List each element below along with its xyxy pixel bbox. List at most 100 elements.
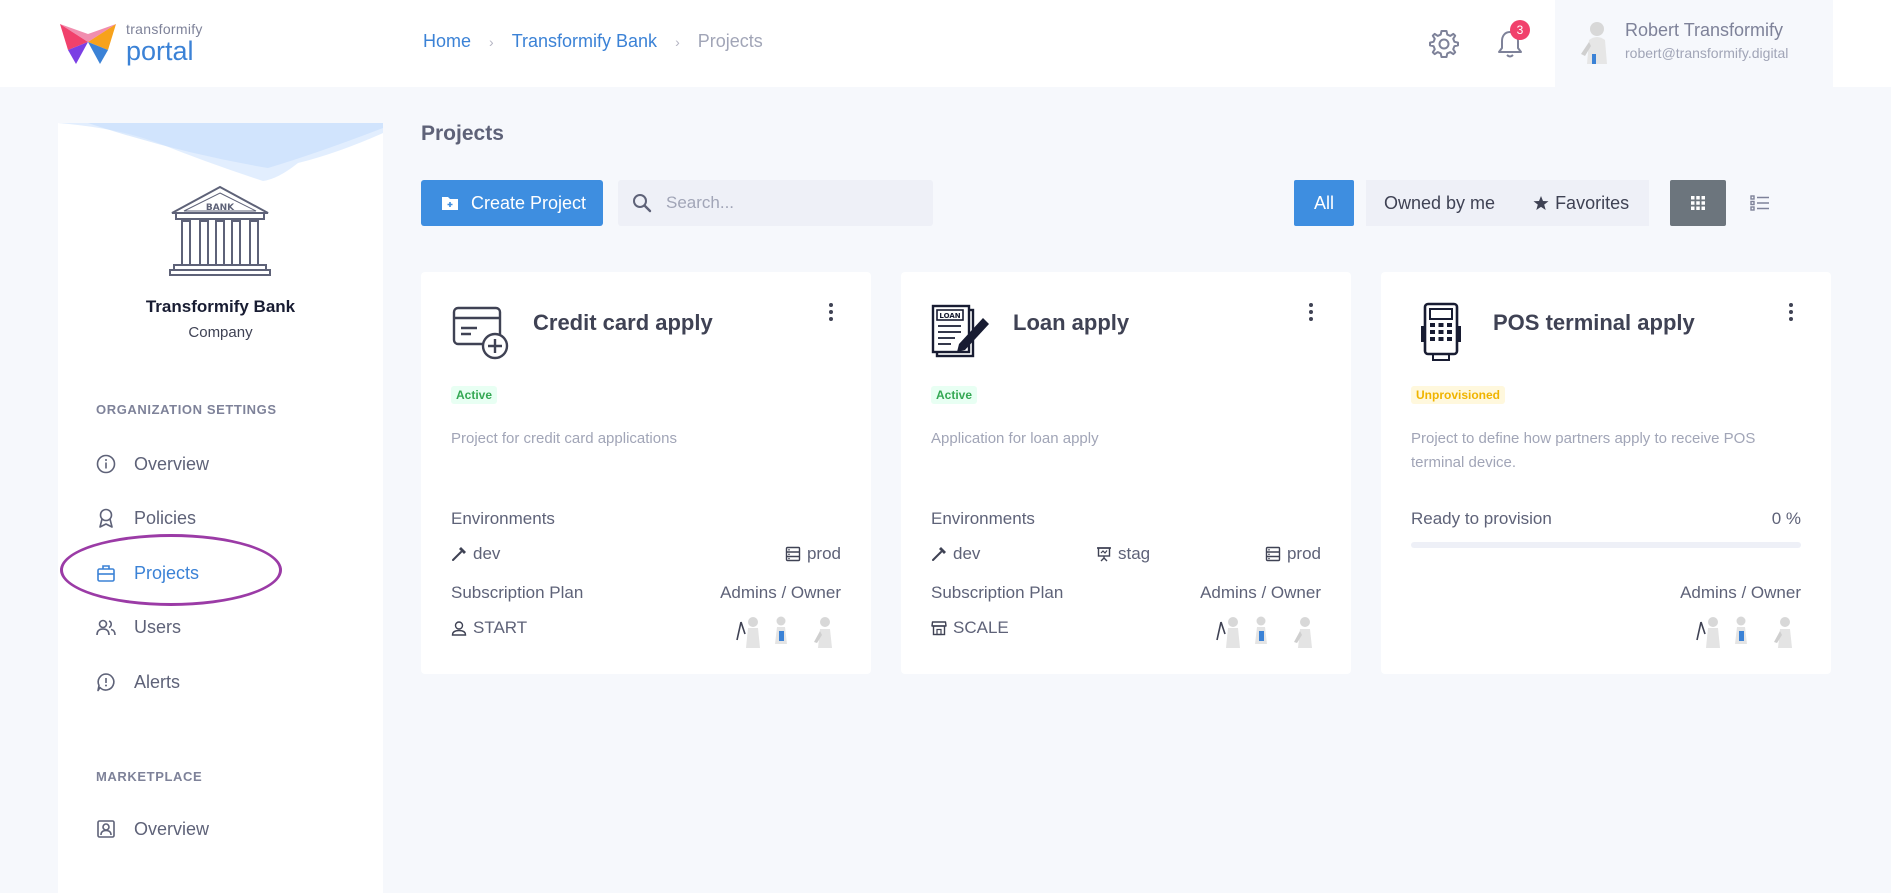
plan-name: START xyxy=(473,618,528,637)
project-description: Project to define how partners apply to … xyxy=(1411,430,1756,471)
more-vertical-icon[interactable] xyxy=(827,302,835,322)
notification-count-badge: 3 xyxy=(1510,20,1530,40)
user-menu[interactable]: Robert Transformify robert@transformify.… xyxy=(1555,0,1833,87)
list-view-icon[interactable] xyxy=(1750,193,1770,213)
sidebar-item-users[interactable]: Users xyxy=(96,615,181,639)
filter-favorites-button[interactable]: Favorites xyxy=(1533,193,1629,214)
gear-icon[interactable] xyxy=(1428,28,1460,60)
server-icon xyxy=(1265,546,1281,562)
portrait-icon xyxy=(97,820,115,838)
provision-progress-bar xyxy=(1411,542,1801,548)
project-title[interactable]: Credit card apply xyxy=(533,310,713,336)
env-name: prod xyxy=(1286,544,1321,563)
decorative-wave xyxy=(58,123,383,181)
project-description: Project for credit card applications xyxy=(451,430,677,447)
credit-card-add-icon xyxy=(452,306,509,360)
more-vertical-icon[interactable] xyxy=(1787,302,1795,322)
user-name: Robert Transformify xyxy=(1625,20,1784,40)
grid-icon xyxy=(1691,196,1705,210)
env-prod[interactable]: prod xyxy=(785,544,841,564)
sidebar: BANK Transformify Bank Company ORGANIZAT… xyxy=(58,123,383,893)
marketplace-heading: MARKETPLACE xyxy=(96,769,203,784)
user-outline-icon xyxy=(451,621,467,636)
star-icon xyxy=(1533,196,1549,210)
project-title[interactable]: POS terminal apply xyxy=(1493,310,1695,336)
sidebar-item-overview[interactable]: Overview xyxy=(96,452,209,476)
breadcrumb: Home › Transformify Bank › Projects xyxy=(423,31,763,52)
sidebar-item-label: Alerts xyxy=(134,671,181,692)
portal-logo[interactable]: transformify portal xyxy=(58,20,203,66)
alert-bubble-icon xyxy=(97,673,115,692)
sidebar-item-label: Overview xyxy=(134,818,210,839)
project-title[interactable]: Loan apply xyxy=(1013,310,1129,336)
env-dev[interactable]: dev xyxy=(931,544,980,564)
status-badge: Unprovisioned xyxy=(1411,386,1506,404)
bank-logo-text: BANK xyxy=(206,203,235,213)
owners-label: Admins / Owner xyxy=(1200,583,1321,602)
project-card-pos-terminal[interactable]: POS terminal apply Unprovisioned Project… xyxy=(1381,272,1831,674)
logo-brand-text: transformify xyxy=(126,20,203,37)
plan-name: SCALE xyxy=(953,618,1009,637)
create-project-button[interactable]: Create Project xyxy=(421,180,603,226)
env-stag[interactable]: stag xyxy=(1096,544,1150,564)
sidebar-item-policies[interactable]: Policies xyxy=(96,506,196,530)
loan-icon-text: LOAN xyxy=(939,312,960,320)
pos-terminal-icon xyxy=(1421,302,1461,361)
company-name: Transformify Bank xyxy=(145,297,296,316)
status-badge: Active xyxy=(451,386,498,404)
subscription-plan-label: Subscription Plan xyxy=(931,583,1064,602)
more-vertical-icon[interactable] xyxy=(1307,302,1315,322)
store-icon xyxy=(931,621,947,636)
search-box[interactable] xyxy=(618,180,933,226)
project-card-loan[interactable]: LOAN Loan apply Active Application for l… xyxy=(901,272,1351,674)
sidebar-item-label: Users xyxy=(134,616,182,637)
hammer-icon xyxy=(452,547,466,561)
filter-all-button[interactable]: All xyxy=(1294,180,1354,226)
company-type: Company xyxy=(188,324,253,341)
sidebar-item-alerts[interactable]: Alerts xyxy=(96,670,180,694)
owner-avatars-icon[interactable] xyxy=(735,614,845,648)
org-settings-heading: ORGANIZATION SETTINGS xyxy=(96,402,277,417)
bank-building-logo: BANK xyxy=(169,185,271,276)
env-name: dev xyxy=(473,544,501,563)
owner-avatars-icon[interactable] xyxy=(1215,614,1325,648)
provision-label: Ready to provision xyxy=(1411,509,1552,528)
env-name: stag xyxy=(1118,544,1151,563)
breadcrumb-current: Projects xyxy=(697,31,763,51)
owner-avatars-icon[interactable] xyxy=(1695,614,1805,648)
subscription-plan-label: Subscription Plan xyxy=(451,583,584,602)
breadcrumb-separator: › xyxy=(675,33,680,50)
loan-document-icon: LOAN xyxy=(931,304,989,358)
breadcrumb-separator: › xyxy=(489,33,494,50)
butterfly-logo-icon xyxy=(60,24,116,64)
info-icon xyxy=(96,454,116,474)
sidebar-item-label: Overview xyxy=(134,453,210,474)
filter-owned-button[interactable]: Owned by me xyxy=(1384,193,1495,214)
env-dev[interactable]: dev xyxy=(451,544,500,564)
badge-icon xyxy=(99,508,113,528)
search-input[interactable] xyxy=(666,193,906,213)
server-icon xyxy=(785,546,801,562)
search-icon xyxy=(633,194,652,213)
sidebar-item-marketplace-overview[interactable]: Overview xyxy=(96,817,209,841)
env-prod[interactable]: prod xyxy=(1265,544,1321,564)
environments-label: Environments xyxy=(931,509,1035,528)
user-email: robert@transformify.digital xyxy=(1625,45,1789,61)
breadcrumb-bank[interactable]: Transformify Bank xyxy=(512,31,657,52)
owners-label: Admins / Owner xyxy=(1680,583,1801,602)
page-title: Projects xyxy=(421,122,504,145)
hammer-icon xyxy=(932,547,946,561)
top-header: transformify portal Home › Transformify … xyxy=(0,0,1891,87)
project-card-credit-card[interactable]: Credit card apply Active Project for cre… xyxy=(421,272,871,674)
env-name: dev xyxy=(953,544,981,563)
create-project-label: Create Project xyxy=(471,192,587,213)
grid-view-button[interactable] xyxy=(1670,180,1726,226)
projects-highlight-annotation xyxy=(60,534,282,606)
owners-label: Admins / Owner xyxy=(720,583,841,602)
user-avatar-icon xyxy=(1581,22,1607,64)
presentation-icon xyxy=(1097,547,1111,562)
environments-label: Environments xyxy=(451,509,555,528)
project-description: Application for loan apply xyxy=(931,430,1099,447)
users-icon xyxy=(96,619,116,636)
breadcrumb-home[interactable]: Home xyxy=(423,31,471,52)
